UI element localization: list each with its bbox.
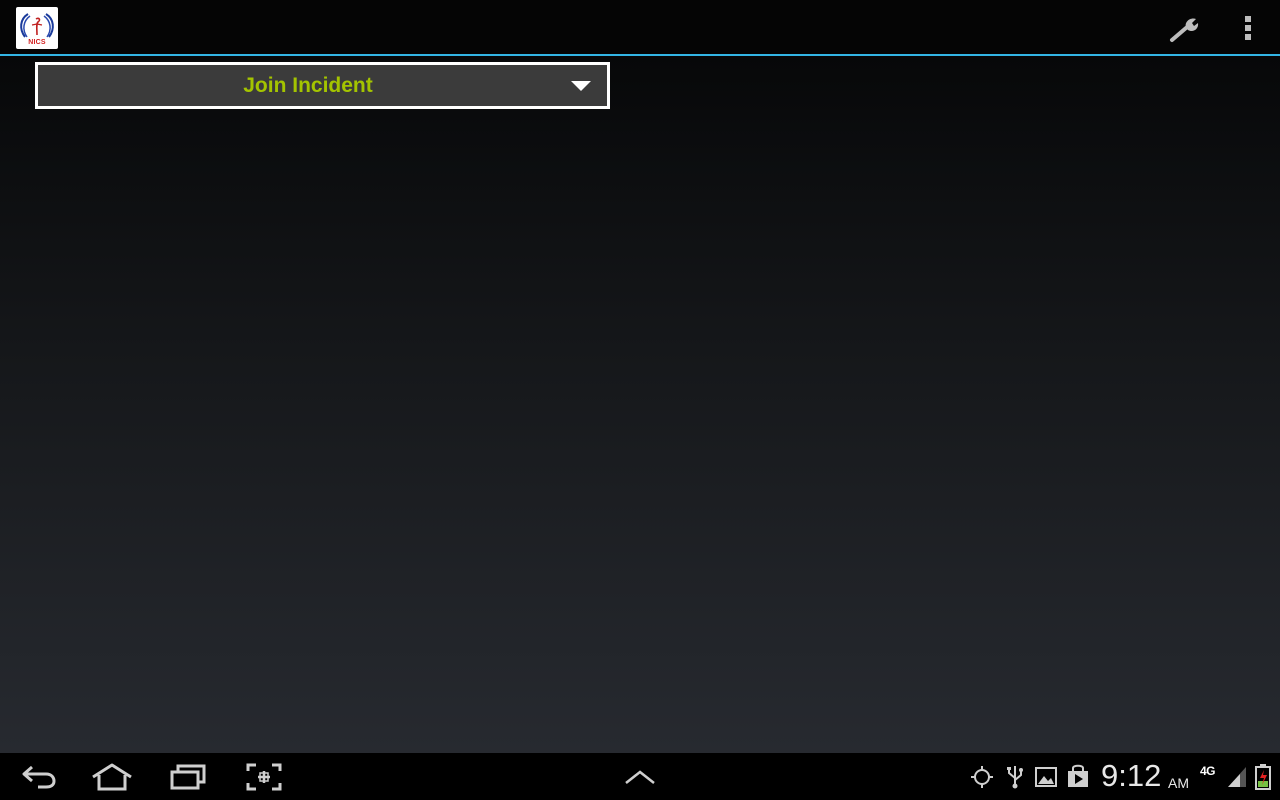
system-bar: 4G — [0, 753, 1280, 800]
action-bar: NICS — [0, 0, 1280, 54]
gps-icon — [971, 766, 993, 788]
wrench-icon — [1170, 18, 1199, 42]
incident-spinner-value: Join Incident — [243, 74, 373, 97]
play-store-icon — [1068, 764, 1088, 787]
recent-apps-icon[interactable] — [168, 762, 208, 792]
image-icon — [1035, 767, 1057, 787]
main-content: Join Incident — [0, 56, 1280, 753]
screenshot-icon[interactable] — [246, 763, 282, 791]
clock-ampm: AM — [1168, 775, 1189, 791]
incident-spinner[interactable]: Join Incident — [35, 62, 610, 109]
home-icon[interactable] — [90, 761, 134, 793]
dropdown-arrow-icon — [571, 81, 591, 91]
back-icon[interactable] — [20, 763, 60, 791]
battery-icon — [1255, 764, 1271, 790]
chevron-up-icon[interactable] — [622, 767, 658, 787]
overflow-menu-icon — [1245, 16, 1251, 40]
nics-logo-icon[interactable]: NICS — [16, 7, 58, 49]
usb-icon — [1007, 766, 1023, 789]
network-type-label: 4G — [1200, 764, 1216, 778]
signal-icon — [1228, 767, 1246, 787]
overflow-menu-button[interactable] — [1230, 8, 1266, 48]
logo-text: NICS — [28, 39, 46, 46]
clock-time: 9:12 — [1101, 758, 1162, 793]
settings-button[interactable] — [1164, 8, 1204, 48]
